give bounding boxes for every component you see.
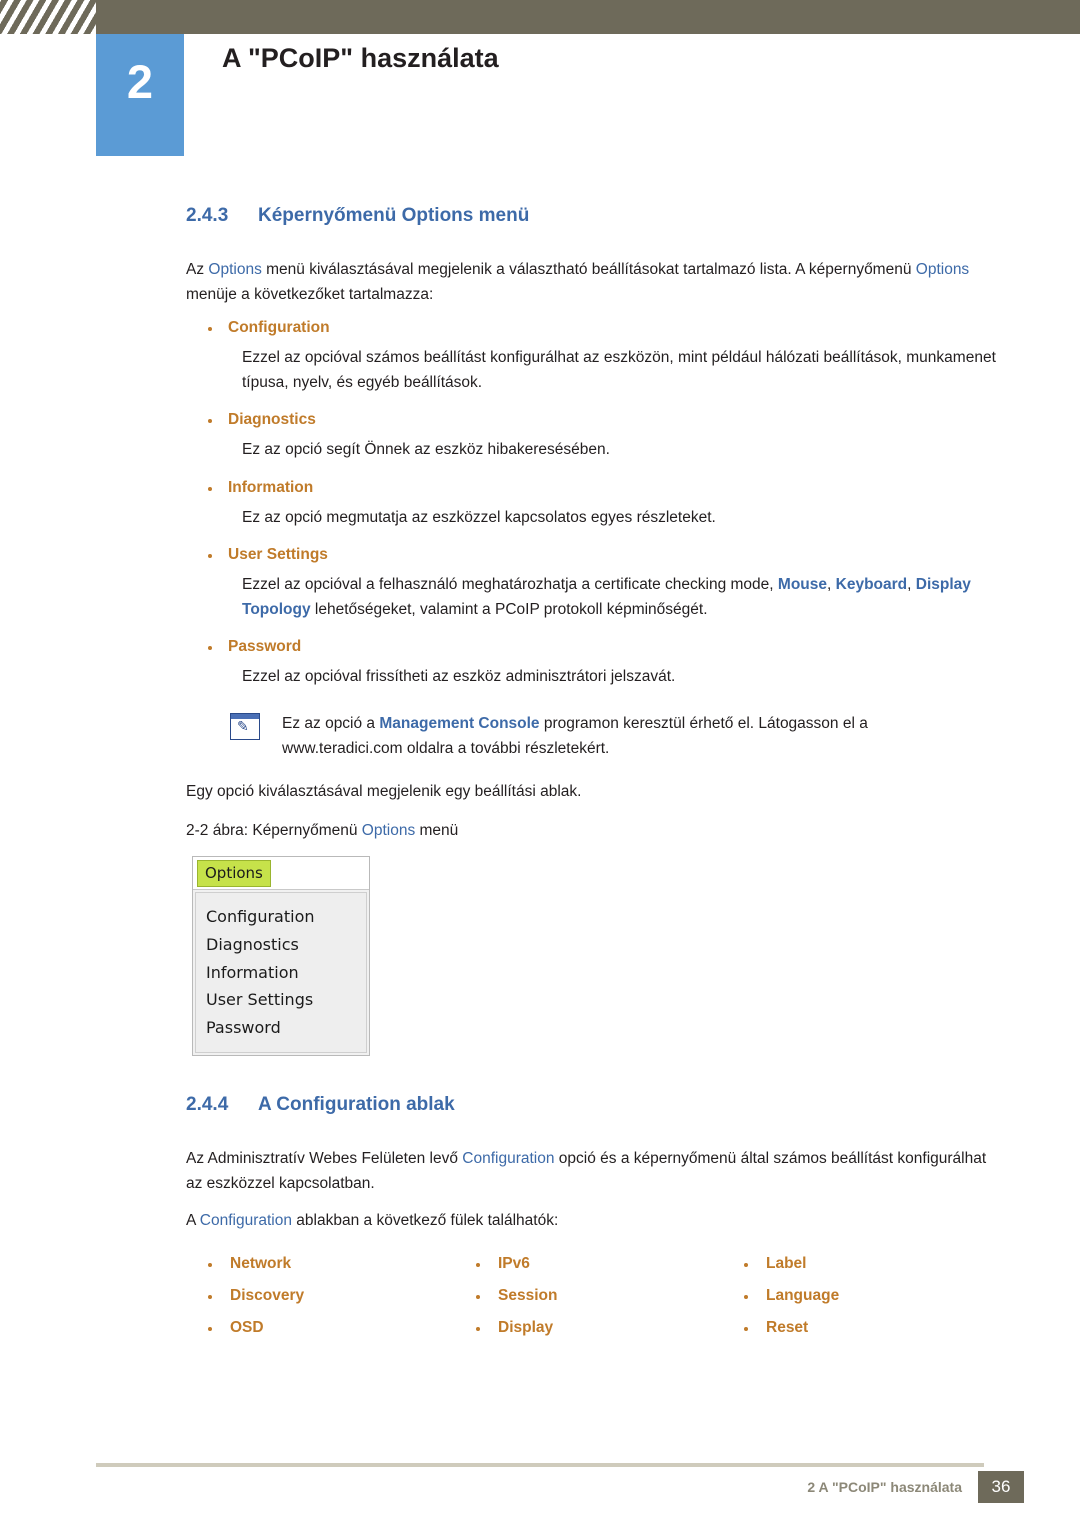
intro-text-1: Az [186,261,209,278]
list-item: Diagnostics Ez az opció segít Önnek az e… [186,411,1006,462]
user-settings-kw-keyboard: Keyboard [835,575,908,593]
user-settings-text-2: lehetőségeket, valamint a PCoIP protokol… [310,600,708,618]
osd-menu-list: Configuration Diagnostics Information Us… [195,892,367,1053]
config-tab-session: Session [454,1287,722,1305]
chapter-number-badge: 2 [96,34,184,156]
section-244-paragraph-2: A Configuration ablakban a következő fül… [186,1208,1006,1233]
list-item: Information Ez az opció megmutatja az es… [186,479,1006,530]
user-settings-sep-1: , [827,575,836,593]
section-244-paragraph-1: Az Adminisztratív Webes Felületen levő C… [186,1146,1006,1196]
note-keyword-management-console: Management Console [379,714,540,732]
section-number-243: 2.4.3 [186,205,229,226]
note-text-3: www.teradici.com oldalra a további részl… [282,740,610,758]
osd-menu-item-information[interactable]: Information [196,959,366,987]
section-heading-243: 2.4.3 Képernyőmenü Options menü [186,205,1006,227]
s244-text-4: A [186,1211,200,1229]
figure-caption: 2-2 ábra: Képernyőmenü Options menü [186,822,1006,840]
page-footer: 2 A "PCoIP" használata 36 [0,1463,1080,1527]
header-hatch-pattern [0,0,96,34]
footer-chapter-text: 2 A "PCoIP" használata [807,1479,962,1495]
user-settings-text-1: Ezzel az opcióval a felhasználó meghatár… [242,575,778,593]
note-pencil-icon [230,712,260,740]
intro-text-2: menü kiválasztásával megjelenik a válasz… [261,261,805,278]
osd-options-menu-screenshot: Options Configuration Diagnostics Inform… [192,856,370,1056]
section-heading-244: 2.4.4 A Configuration ablak [186,1094,1006,1116]
osd-menu-item-diagnostics[interactable]: Diagnostics [196,931,366,959]
user-settings-kw-mouse: Mouse [777,575,828,593]
page-header-bar [0,0,1080,34]
list-item: Configuration Ezzel az opcióval számos b… [186,319,1006,395]
config-tab-osd: OSD [186,1319,454,1337]
bullet-label-user-settings: User Settings [186,546,1006,564]
note-text-1: Ez az opció a [282,714,380,732]
configuration-tabs-grid: Network IPv6 Label Discovery Session Lan… [186,1255,1006,1337]
s244-text-5: ablakban a következő fülek találhatók: [292,1211,559,1229]
config-tab-language: Language [722,1287,990,1305]
after-note-paragraph: Egy opció kiválasztásával megjelenik egy… [186,783,582,801]
config-tab-label: Label [722,1255,990,1273]
options-menu-item-list: Configuration Ezzel az opcióval számos b… [186,319,1006,689]
footer-divider [96,1463,984,1467]
note-text-2: programon keresztül érhető el. Látogasso… [539,714,868,732]
s244-text-2: opció és a képernyőmenü által számos beá… [554,1149,894,1167]
list-item: Password Ezzel az opcióval frissítheti a… [186,638,1006,689]
bullet-label-configuration: Configuration [186,319,1006,337]
osd-menu-tabbar: Options [193,857,369,891]
section-title-244: A Configuration ablak [258,1093,455,1115]
figure-caption-text-2: menü [415,822,459,840]
bullet-desc-configuration: Ezzel az opcióval számos beállítást konf… [242,349,996,392]
footer-page-number: 36 [978,1471,1024,1503]
list-item: User Settings Ezzel az opcióval a felhas… [186,546,1006,622]
bullet-desc-information: Ez az opció megmutatja az eszközzel kapc… [242,508,716,526]
bullet-label-password: Password [186,638,1006,656]
note-text: Ez az opció a Management Console program… [282,711,868,761]
section-243-intro: Az Options menü kiválasztásával megjelen… [186,257,1006,307]
user-settings-sep-2: , [907,575,912,593]
bullet-desc-user-settings: Ezzel az opcióval a felhasználó meghatár… [186,572,1006,622]
config-tab-display: Display [454,1319,722,1337]
osd-menu-item-user-settings[interactable]: User Settings [196,986,366,1014]
figure-caption-keyword: Options [361,822,416,840]
config-tab-network: Network [186,1255,454,1273]
intro-text-4: menüje a következőket tartalmazza: [186,286,434,304]
bullet-desc-diagnostics: Ez az opció segít Önnek az eszköz hibake… [242,441,610,459]
config-tab-reset: Reset [722,1319,990,1337]
section-number-244: 2.4.4 [186,1093,229,1115]
section-title-243: Képernyőmenü Options menü [258,205,530,226]
page-content: 2.4.3 Képernyőmenü Options menü Az Option… [186,205,1006,1337]
osd-tab-options[interactable]: Options [197,860,271,888]
note-callout: Ez az opció a Management Console program… [186,711,1006,761]
bullet-label-information: Information [186,479,1006,497]
osd-menu-item-configuration[interactable]: Configuration [196,903,366,931]
config-tab-ipv6: IPv6 [454,1255,722,1273]
intro-keyword-options-1: Options [208,261,262,278]
bullet-desc-password: Ezzel az opcióval frissítheti az eszköz … [242,667,676,685]
bullet-label-diagnostics: Diagnostics [186,411,1006,429]
intro-text-3: képernyőmenü [808,261,916,278]
chapter-title: A "PCoIP" használata [222,43,499,73]
config-tab-discovery: Discovery [186,1287,454,1305]
s244-keyword-configuration-1: Configuration [462,1149,555,1167]
intro-keyword-options-2: Options [915,261,970,278]
figure-caption-text-1: 2-2 ábra: Képernyőmenü [186,822,362,840]
s244-keyword-configuration-2: Configuration [199,1211,292,1229]
osd-menu-item-password[interactable]: Password [196,1014,366,1042]
s244-text-1: Az Adminisztratív Webes Felületen levő [186,1149,463,1167]
